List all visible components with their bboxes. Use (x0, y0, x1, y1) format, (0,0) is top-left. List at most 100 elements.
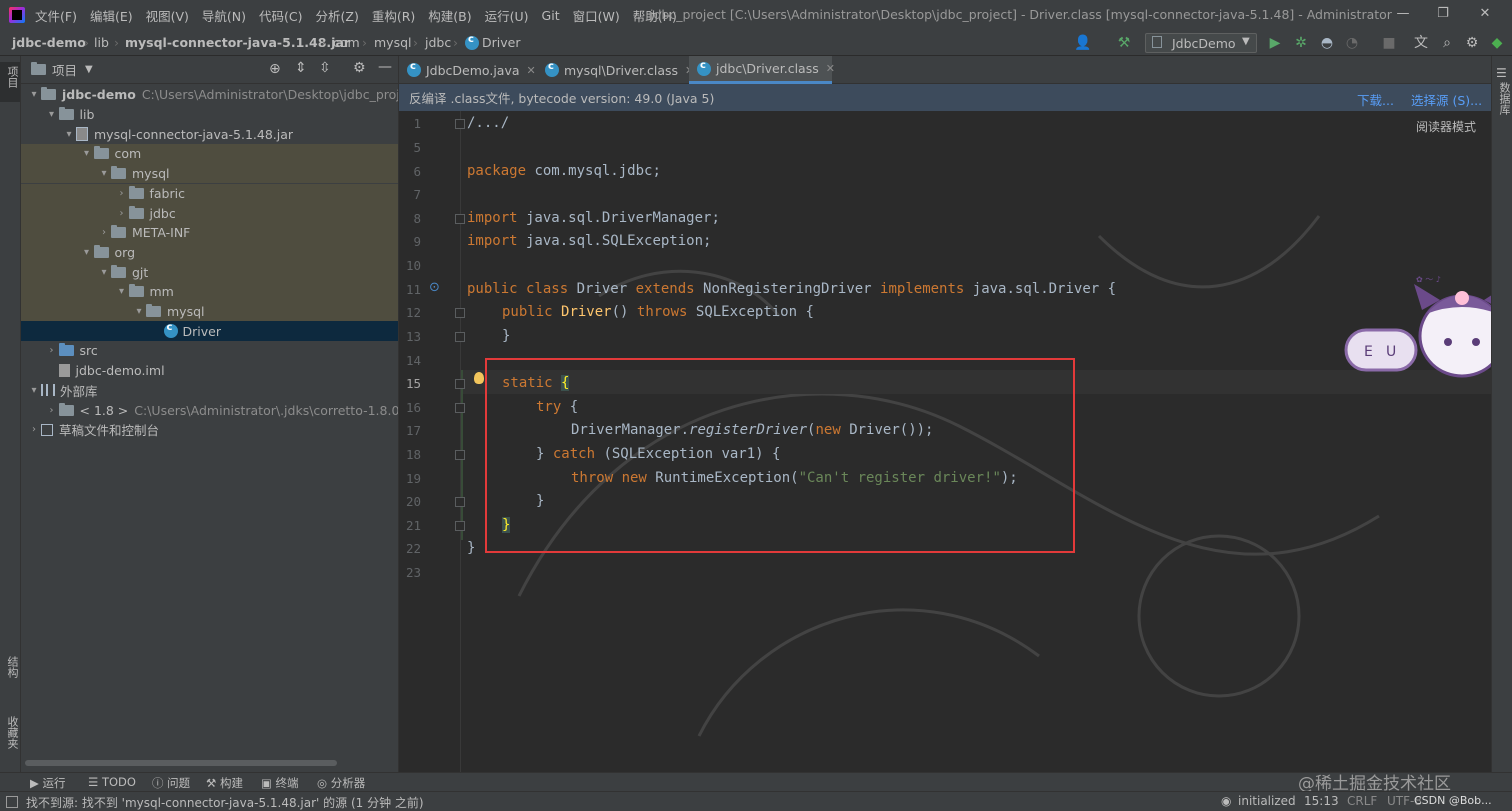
debug-icon[interactable]: ✲ (1292, 34, 1310, 52)
tab-mysql-driver-class[interactable]: mysql\Driver.class ✕ (537, 56, 694, 84)
breadcrumb-com[interactable]: com (333, 35, 360, 50)
menu-analyze[interactable]: 分析(Z) (316, 6, 359, 25)
expand-all-icon[interactable]: ⇕ (295, 60, 307, 76)
build-tool-tab[interactable]: ⚒ 构建 (206, 775, 243, 791)
chevron-down-icon[interactable]: ▾ (97, 267, 111, 278)
tab-jdbc-driver-class[interactable]: jdbc\Driver.class ✕ (689, 56, 835, 84)
coverage-icon[interactable]: ◓ (1318, 34, 1336, 52)
menu-view[interactable]: 视图(V) (146, 6, 189, 25)
menu-window[interactable]: 窗口(W) (573, 6, 620, 25)
chevron-right-icon[interactable]: › (115, 208, 129, 219)
tree-item[interactable]: ▾ com (21, 144, 398, 164)
build-hammer-icon[interactable]: ⚒ (1115, 34, 1133, 52)
chevron-right-icon[interactable]: › (45, 345, 59, 356)
breadcrumb-project[interactable]: jdbc-demo (12, 35, 86, 50)
status-panel-icon[interactable] (6, 796, 18, 808)
close-icon[interactable]: ✕ (527, 64, 536, 77)
fold-marker-icon[interactable] (455, 450, 465, 460)
horizontal-scrollbar[interactable] (25, 760, 337, 766)
breadcrumb-jdbc[interactable]: jdbc (425, 35, 451, 50)
tree-item[interactable]: › < 1.8 > C:\Users\Administrator\.jdks\cor… (21, 400, 398, 420)
problems-tool-tab[interactable]: ⓘ 问题 (152, 775, 190, 791)
fold-marker-icon[interactable] (455, 332, 465, 342)
menu-refactor[interactable]: 重构(R) (372, 6, 415, 25)
tree-item[interactable]: jdbc-demo.iml (21, 361, 398, 381)
bookmarks-tool-tab[interactable]: 收藏夹 (4, 716, 20, 749)
tree-item[interactable]: ▾ mysql (21, 301, 398, 322)
status-message[interactable]: 找不到源: 找不到 'mysql-connector-java-5.1.48.j… (26, 794, 424, 811)
chevron-down-icon[interactable]: ▾ (62, 129, 76, 140)
menu-edit[interactable]: 编辑(E) (90, 6, 133, 25)
chevron-down-icon[interactable]: ▾ (97, 168, 111, 179)
close-icon[interactable]: ✕ (826, 62, 835, 75)
chevron-down-icon[interactable]: ▾ (27, 385, 41, 396)
breadcrumb-driver[interactable]: Driver (482, 35, 520, 50)
tab-jdbcdemo-java[interactable]: JdbcDemo.java ✕ (399, 56, 536, 84)
tree-item[interactable]: ▾ lib (21, 105, 398, 125)
hide-panel-icon[interactable]: — (378, 59, 392, 75)
fold-marker-icon[interactable] (455, 497, 465, 507)
translate-icon[interactable]: 文 (1412, 34, 1430, 52)
chevron-down-icon[interactable]: ▾ (115, 286, 129, 297)
chevron-down-icon[interactable]: ▾ (80, 247, 94, 258)
tree-item[interactable]: ▾ jdbc-demo C:\Users\Administrator\Desktop… (21, 85, 398, 105)
project-tool-tab[interactable]: 项目 (4, 66, 20, 88)
breadcrumb-jar[interactable]: mysql-connector-java-5.1.48.jar (125, 35, 350, 50)
user-account-icon[interactable]: 👤 (1074, 34, 1092, 52)
breadcrumb-lib[interactable]: lib (94, 35, 109, 50)
menu-file[interactable]: 文件(F) (35, 6, 77, 25)
lightbulb-icon[interactable] (474, 372, 484, 384)
fold-marker-icon[interactable] (455, 379, 465, 389)
collapse-all-icon[interactable]: ⇳ (319, 60, 331, 76)
tree-item[interactable]: ▾ mysql-connector-java-5.1.48.jar (21, 124, 398, 144)
chevron-right-icon[interactable]: › (115, 188, 129, 199)
settings-gear-icon[interactable]: ⚙ (353, 60, 366, 76)
tree-item[interactable]: › META-INF (21, 222, 398, 243)
tree-item[interactable]: ▾ mysql (21, 163, 398, 184)
profiler-tool-tab[interactable]: ◎ 分析器 (317, 775, 365, 791)
structure-tool-tab[interactable]: 结构 (4, 656, 20, 678)
minimize-icon[interactable]: — (1394, 6, 1412, 24)
line-separator[interactable]: CRLF (1347, 794, 1377, 808)
run-icon[interactable]: ▶ (1266, 34, 1284, 52)
menu-build[interactable]: 构建(B) (428, 6, 471, 25)
todo-tool-tab[interactable]: ☰ TODO (88, 775, 136, 789)
tree-item[interactable]: › fabric (21, 183, 398, 204)
tree-item[interactable]: ▾ mm (21, 282, 398, 302)
close-icon[interactable]: ✕ (1476, 6, 1494, 24)
run-tool-tab[interactable]: ▶ 运行 (30, 775, 66, 791)
fold-marker-icon[interactable] (455, 403, 465, 413)
fold-marker-icon[interactable] (455, 214, 465, 224)
toolbox-icon[interactable]: ◆ (1488, 34, 1506, 52)
implements-gutter-icon[interactable]: ⊙ (429, 280, 440, 295)
caret-position[interactable]: 15:13 (1304, 794, 1339, 808)
tree-item[interactable]: › jdbc (21, 203, 398, 223)
reader-mode-toggle[interactable]: 阅读器模式 (1416, 118, 1476, 135)
download-sources-link[interactable]: 下载... (1357, 90, 1394, 109)
database-tool-tab[interactable]: 数据库 (1496, 82, 1512, 115)
terminal-tool-tab[interactable]: ▣ 终端 (261, 775, 299, 791)
chevron-right-icon[interactable]: › (27, 424, 41, 435)
run-configuration-select[interactable]: JdbcDemo ▼ (1145, 33, 1257, 53)
choose-sources-link[interactable]: 选择源 (S)... (1411, 90, 1482, 109)
settings-gear-icon[interactable]: ⚙ (1463, 34, 1481, 52)
locate-crosshair-icon[interactable]: ⊕ (269, 61, 281, 77)
chevron-down-icon[interactable]: ▾ (45, 109, 59, 120)
chevron-down-icon[interactable]: ▾ (132, 306, 146, 317)
tree-item[interactable]: ▾ org (21, 242, 398, 263)
chevron-right-icon[interactable]: › (97, 227, 111, 238)
menu-git[interactable]: Git (542, 8, 560, 23)
menu-navigate[interactable]: 导航(N) (202, 6, 246, 25)
tree-item[interactable]: ▾ gjt (21, 262, 398, 282)
tree-item[interactable]: › 草稿文件和控制台 (21, 420, 398, 440)
stop-icon[interactable]: ■ (1380, 34, 1398, 52)
menu-run[interactable]: 运行(U) (485, 6, 529, 25)
chevron-down-icon[interactable]: ▾ (27, 89, 41, 100)
tree-item[interactable]: Driver (21, 321, 398, 342)
fold-marker-icon[interactable] (455, 119, 465, 129)
chevron-down-icon[interactable]: ▾ (80, 148, 94, 159)
profile-icon[interactable]: ◔ (1343, 34, 1361, 52)
fold-marker-icon[interactable] (455, 308, 465, 318)
restore-icon[interactable]: ❐ (1434, 6, 1452, 24)
tree-item[interactable]: ▾ 外部库 (21, 381, 398, 401)
